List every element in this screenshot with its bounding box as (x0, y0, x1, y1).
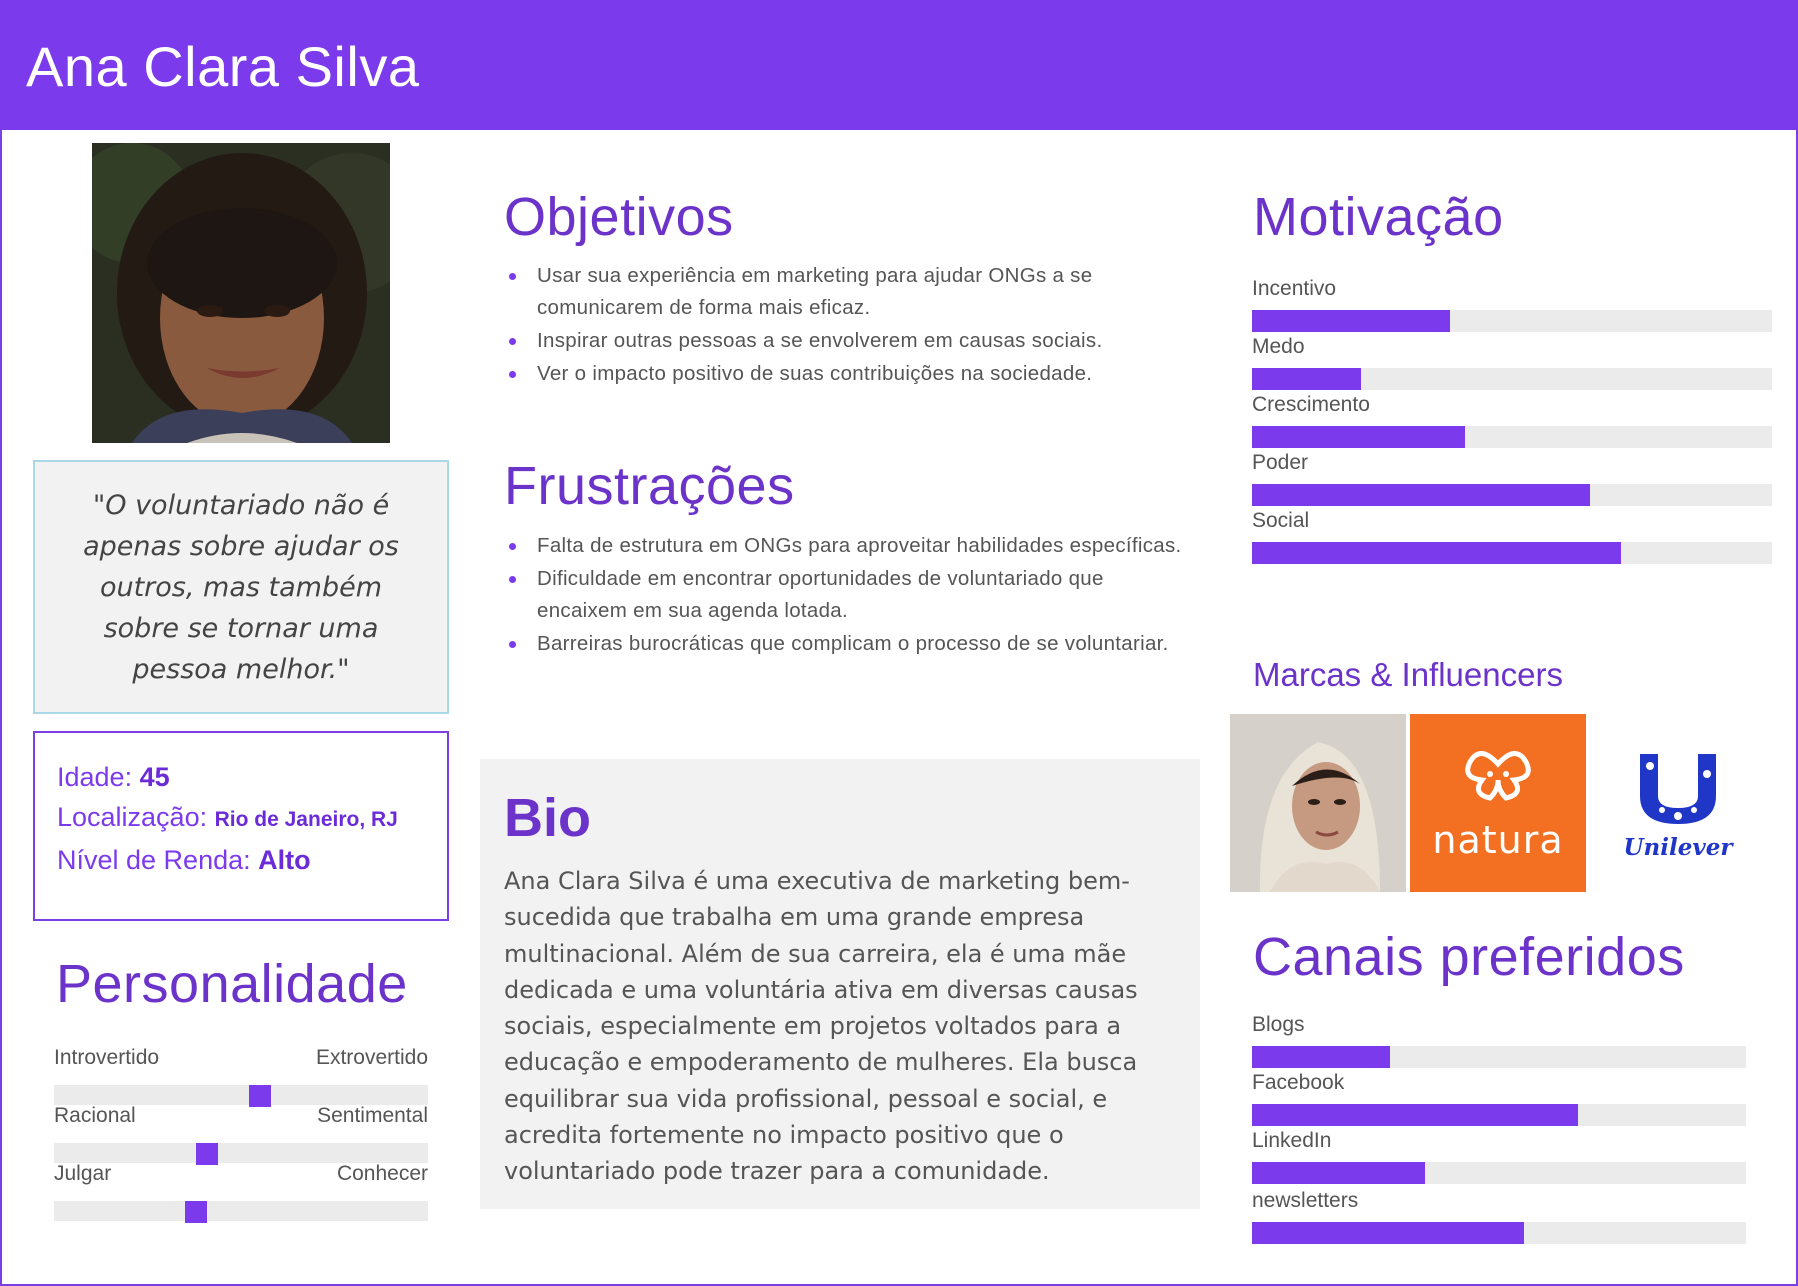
location-value: Rio de Janeiro, RJ (214, 808, 398, 831)
goal-item: Ver o impacto positivo de suas contribui… (504, 358, 1184, 390)
motivation-bar-track (1252, 484, 1772, 506)
trait-slider-marker (185, 1201, 208, 1223)
frustrations-list: Falta de estrutura em ONGs para aproveit… (504, 530, 1184, 661)
channel-label: Facebook (1252, 1071, 1345, 1094)
motivation-bar-track (1252, 542, 1772, 564)
trait-right-label: Sentimental (317, 1104, 428, 1127)
personality-trait: Julgar Conhecer (54, 1162, 428, 1223)
channel-bar-fill (1252, 1222, 1524, 1244)
motivation-label: Incentivo (1252, 277, 1337, 300)
motivation-bar-fill (1252, 484, 1590, 506)
trait-slider-track (54, 1143, 428, 1165)
channel-bar-track (1252, 1222, 1746, 1244)
motivation-bar-fill (1252, 368, 1362, 390)
personality-trait: Racional Sentimental (54, 1104, 428, 1165)
trait-slider-track (54, 1085, 428, 1107)
goal-item: Usar sua experiência em marketing para a… (504, 260, 1184, 324)
bio-panel: Bio Ana Clara Silva é uma executiva de m… (480, 759, 1200, 1209)
persona-header: Ana Clara Silva (0, 0, 1798, 130)
income-value: Alto (258, 845, 311, 875)
channel-bar-track (1252, 1162, 1746, 1184)
bio-title: Bio (504, 788, 591, 848)
channel-item: Blogs (1252, 1012, 1746, 1068)
channel-bar-fill (1252, 1162, 1425, 1184)
frustration-item: Falta de estrutura em ONGs para aproveit… (504, 530, 1184, 562)
personality-trait: Introvertido Extrovertido (54, 1046, 428, 1107)
age-label: Idade: (57, 762, 133, 792)
motivation-item: Incentivo (1252, 276, 1772, 332)
motivation-title: Motivação (1253, 187, 1504, 247)
motivation-label: Medo (1252, 335, 1305, 358)
age-value: 45 (139, 762, 170, 792)
channel-bar-track (1252, 1104, 1746, 1126)
persona-quote: "O voluntariado não é apenas sobre ajuda… (83, 489, 399, 685)
channel-bar-track (1252, 1046, 1746, 1068)
channel-label: LinkedIn (1252, 1129, 1332, 1152)
influencer-photo (1230, 714, 1406, 892)
channels-title: Canais preferidos (1253, 927, 1685, 987)
motivation-label: Crescimento (1252, 393, 1370, 416)
income-label: Nível de Renda: (57, 845, 251, 875)
unilever-logo: Unilever (1590, 714, 1766, 892)
trait-left-label: Julgar (54, 1162, 112, 1185)
motivation-bar-fill (1252, 542, 1622, 564)
frustration-item: Dificuldade em encontrar oportunidades d… (504, 563, 1184, 627)
persona-photo (92, 143, 390, 443)
trait-left-label: Racional (54, 1104, 136, 1127)
goals-list: Usar sua experiência em marketing para a… (504, 260, 1184, 391)
income-line: Nível de Renda: Alto (57, 840, 425, 880)
brands-title: Marcas & Influencers (1253, 656, 1563, 693)
motivation-bar-fill (1252, 310, 1450, 332)
natura-wordmark: natura (1432, 818, 1564, 862)
channel-label: Blogs (1252, 1013, 1305, 1036)
motivation-item: Social (1252, 508, 1772, 564)
goal-item: Inspirar outras pessoas a se envolverem … (504, 325, 1184, 357)
persona-quote-box: "O voluntariado não é apenas sobre ajuda… (33, 460, 449, 714)
persona-name: Ana Clara Silva (26, 35, 420, 98)
motivation-label: Poder (1252, 451, 1309, 474)
motivation-item: Crescimento (1252, 392, 1772, 448)
motivation-item: Medo (1252, 334, 1772, 390)
motivation-bar-fill (1252, 426, 1466, 448)
motivation-label: Social (1252, 509, 1310, 532)
trait-right-label: Extrovertido (315, 1046, 428, 1069)
unilever-wordmark: Unilever (1623, 834, 1733, 861)
personality-title: Personalidade (56, 954, 408, 1014)
frustration-item: Barreiras burocráticas que complicam o p… (504, 628, 1184, 660)
motivation-bar-track (1252, 310, 1772, 332)
channel-item: LinkedIn (1252, 1128, 1746, 1184)
location-label: Localização: (57, 802, 208, 832)
motivation-item: Poder (1252, 450, 1772, 506)
motivation-bar-track (1252, 426, 1772, 448)
trait-left-label: Introvertido (54, 1046, 160, 1069)
natura-logo: natura (1410, 714, 1586, 892)
location-line: Localização: Rio de Janeiro, RJ (57, 797, 425, 840)
goals-title: Objetivos (504, 187, 734, 247)
demographics-box: Idade: 45 Localização: Rio de Janeiro, R… (33, 731, 449, 921)
channel-bar-fill (1252, 1046, 1391, 1068)
channel-bar-fill (1252, 1104, 1579, 1126)
trait-slider-track (54, 1201, 428, 1223)
channel-item: Facebook (1252, 1070, 1746, 1126)
frustrations-title: Frustrações (504, 456, 795, 516)
channel-item: newsletters (1252, 1188, 1746, 1244)
channel-label: newsletters (1252, 1189, 1359, 1212)
bio-text: Ana Clara Silva é uma executiva de marke… (504, 867, 1138, 1186)
age-line: Idade: 45 (57, 757, 425, 797)
motivation-bar-track (1252, 368, 1772, 390)
trait-right-label: Conhecer (336, 1162, 428, 1185)
